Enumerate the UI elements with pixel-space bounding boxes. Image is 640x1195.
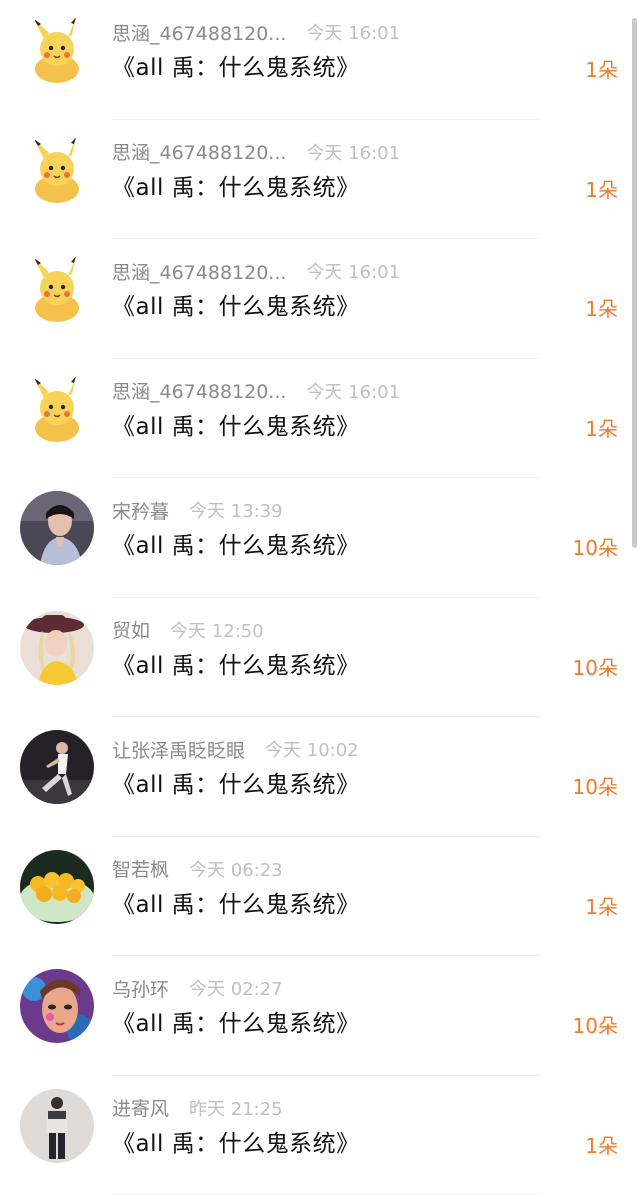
username[interactable]: 思涵_467488120...	[112, 258, 286, 285]
item-meta: 进寄风 昨天 21:25	[112, 1095, 283, 1121]
timestamp: 今天 16:01	[306, 19, 400, 45]
timestamp: 今天 12:50	[170, 617, 264, 643]
timestamp: 今天 16:01	[306, 139, 400, 165]
dancer-avatar[interactable]	[20, 730, 94, 804]
gift-count: 10朵	[573, 652, 618, 681]
food-avatar[interactable]	[20, 850, 94, 924]
timestamp: 今天 10:02	[265, 736, 359, 762]
book-title[interactable]: 《all 禹：什么鬼系统》	[112, 287, 360, 321]
list-item[interactable]: 进寄风 昨天 21:25 《all 禹：什么鬼系统》 1朵	[0, 1076, 640, 1195]
timestamp: 昨天 21:25	[189, 1095, 283, 1121]
book-title[interactable]: 《all 禹：什么鬼系统》	[112, 48, 360, 82]
timestamp: 今天 06:23	[189, 856, 283, 882]
book-title[interactable]: 《all 禹：什么鬼系统》	[112, 646, 360, 680]
item-meta: 贸如 今天 12:50	[112, 617, 264, 643]
list-item[interactable]: 思涵_467488120... 今天 16:01 《all 禹：什么鬼系统》 1…	[0, 0, 640, 120]
item-meta: 思涵_467488120... 今天 16:01	[112, 19, 400, 45]
pikachu-avatar[interactable]	[20, 133, 94, 207]
gift-count: 1朵	[585, 54, 618, 83]
list-item[interactable]: 宋矜暮 今天 13:39 《all 禹：什么鬼系统》 10朵	[0, 478, 640, 598]
item-meta: 智若枫 今天 06:23	[112, 856, 283, 882]
username[interactable]: 贸如	[112, 616, 150, 643]
username[interactable]: 智若枫	[112, 855, 169, 882]
book-title[interactable]: 《all 禹：什么鬼系统》	[112, 168, 360, 202]
book-title[interactable]: 《all 禹：什么鬼系统》	[112, 526, 360, 560]
username[interactable]: 思涵_467488120...	[112, 138, 286, 165]
pikachu-avatar[interactable]	[20, 252, 94, 326]
list-item[interactable]: 乌孙环 今天 02:27 《all 禹：什么鬼系统》 10朵	[0, 956, 640, 1076]
item-meta: 思涵_467488120... 今天 16:01	[112, 258, 400, 284]
item-meta: 思涵_467488120... 今天 16:01	[112, 378, 400, 404]
gift-count: 1朵	[585, 413, 618, 442]
username[interactable]: 宋矜暮	[112, 497, 169, 524]
book-title[interactable]: 《all 禹：什么鬼系统》	[112, 885, 360, 919]
gift-count: 10朵	[573, 532, 618, 561]
pikachu-avatar[interactable]	[20, 13, 94, 87]
item-meta: 思涵_467488120... 今天 16:01	[112, 139, 400, 165]
standing-person-avatar[interactable]	[20, 1089, 94, 1163]
painted-face-avatar[interactable]	[20, 969, 94, 1043]
item-meta: 乌孙环 今天 02:27	[112, 975, 283, 1001]
timestamp: 今天 02:27	[189, 975, 283, 1001]
gift-record-list: 思涵_467488120... 今天 16:01 《all 禹：什么鬼系统》 1…	[0, 0, 640, 1195]
book-title[interactable]: 《all 禹：什么鬼系统》	[112, 765, 360, 799]
username[interactable]: 让张泽禹眨眨眼	[112, 736, 245, 763]
girl-hat-avatar[interactable]	[20, 611, 94, 685]
gift-count: 10朵	[573, 771, 618, 800]
gift-count: 10朵	[573, 1010, 618, 1039]
item-meta: 让张泽禹眨眨眼 今天 10:02	[112, 736, 359, 762]
item-meta: 宋矜暮 今天 13:39	[112, 497, 283, 523]
book-title[interactable]: 《all 禹：什么鬼系统》	[112, 407, 360, 441]
list-item[interactable]: 思涵_467488120... 今天 16:01 《all 禹：什么鬼系统》 1…	[0, 239, 640, 359]
username[interactable]: 乌孙环	[112, 975, 169, 1002]
timestamp: 今天 13:39	[189, 497, 283, 523]
timestamp: 今天 16:01	[306, 378, 400, 404]
gift-count: 1朵	[585, 293, 618, 322]
book-title[interactable]: 《all 禹：什么鬼系统》	[112, 1004, 360, 1038]
gift-count: 1朵	[585, 1130, 618, 1159]
list-item[interactable]: 思涵_467488120... 今天 16:01 《all 禹：什么鬼系统》 1…	[0, 120, 640, 240]
list-item[interactable]: 让张泽禹眨眨眼 今天 10:02 《all 禹：什么鬼系统》 10朵	[0, 717, 640, 837]
scrollbar[interactable]	[632, 18, 637, 548]
gift-count: 1朵	[585, 174, 618, 203]
portrait-avatar[interactable]	[20, 491, 94, 565]
username[interactable]: 思涵_467488120...	[112, 377, 286, 404]
list-item[interactable]: 智若枫 今天 06:23 《all 禹：什么鬼系统》 1朵	[0, 837, 640, 957]
timestamp: 今天 16:01	[306, 258, 400, 284]
pikachu-avatar[interactable]	[20, 372, 94, 446]
book-title[interactable]: 《all 禹：什么鬼系统》	[112, 1124, 360, 1158]
gift-count: 1朵	[585, 891, 618, 920]
list-item[interactable]: 贸如 今天 12:50 《all 禹：什么鬼系统》 10朵	[0, 598, 640, 718]
username[interactable]: 思涵_467488120...	[112, 19, 286, 46]
username[interactable]: 进寄风	[112, 1094, 169, 1121]
list-item[interactable]: 思涵_467488120... 今天 16:01 《all 禹：什么鬼系统》 1…	[0, 359, 640, 479]
